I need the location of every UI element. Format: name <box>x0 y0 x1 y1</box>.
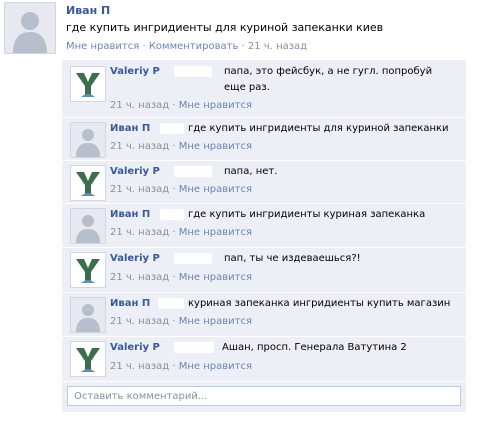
comment-author[interactable]: Valeriy P <box>110 166 160 177</box>
comment-item: Иван П где купить ингридиенты куриная за… <box>62 203 466 248</box>
commenter-avatar[interactable] <box>70 165 106 201</box>
comment-item: Иван П где купить ингридиенты для курино… <box>62 117 466 161</box>
comment-item: Valeriy P пап, ты че издеваешься?! 21 ч.… <box>62 247 466 293</box>
commenter-avatar[interactable] <box>70 252 106 288</box>
comment-like-link[interactable]: Мне нравится <box>179 227 252 238</box>
redaction-patch <box>160 209 184 220</box>
comment-text: Ашан, просп. Генерала Ватутина 2 <box>222 342 407 353</box>
post-author-name[interactable]: Иван П <box>66 4 110 17</box>
redaction-patch <box>158 298 184 309</box>
comment-item: Valeriy P папа, это фейсбук, а не гугл. … <box>62 60 466 118</box>
comments-list: Valeriy P папа, это фейсбук, а не гугл. … <box>62 60 466 412</box>
post-comment-link[interactable]: Комментировать <box>149 41 239 52</box>
comment-meta: 21 ч. назад · Мне нравится <box>110 316 253 327</box>
post-author-avatar[interactable] <box>4 2 56 54</box>
comment-meta: 21 ч. назад · Мне нравится <box>110 227 253 238</box>
default-person-icon <box>5 3 55 53</box>
redaction-patch <box>174 342 214 353</box>
comment-text: папа, нет. <box>224 166 278 177</box>
comment-meta: 21 ч. назад · Мне нравится <box>110 100 253 111</box>
add-comment-input[interactable]: Оставить комментарий... <box>67 386 461 406</box>
commenter-avatar[interactable] <box>70 297 106 333</box>
tree-logo-icon <box>71 67 105 101</box>
tree-logo-icon <box>71 166 105 200</box>
tree-logo-icon <box>71 342 105 376</box>
comment-author[interactable]: Иван П <box>110 123 150 134</box>
comment-text: пап, ты че издеваешься?! <box>224 253 361 264</box>
redaction-patch <box>160 123 184 134</box>
tree-logo-icon <box>71 253 105 287</box>
comment-item: Valeriy P папа, нет. 21 ч. назад · Мне н… <box>62 160 466 204</box>
default-person-icon <box>71 298 105 332</box>
default-person-icon <box>71 209 105 243</box>
comment-like-link[interactable]: Мне нравится <box>179 184 252 195</box>
comment-like-link[interactable]: Мне нравится <box>179 361 252 372</box>
comment-like-link[interactable]: Мне нравится <box>179 141 252 152</box>
comment-text: куриная запеканка ингридиенты купить маг… <box>188 298 451 309</box>
post-text: где купить ингридиенты для куриной запек… <box>66 21 384 34</box>
commenter-avatar[interactable] <box>70 66 106 102</box>
comment-item: Иван П куриная запеканка ингридиенты куп… <box>62 292 466 337</box>
comment-author[interactable]: Valeriy P <box>110 253 160 264</box>
comment-author[interactable]: Иван П <box>110 298 150 309</box>
post-time: 21 ч. назад <box>247 41 308 52</box>
post-like-link[interactable]: Мне нравится <box>66 41 139 52</box>
redaction-patch <box>174 66 212 77</box>
comment-meta: 21 ч. назад · Мне нравится <box>110 184 253 195</box>
commenter-avatar[interactable] <box>70 341 106 377</box>
commenter-avatar[interactable] <box>70 122 106 158</box>
comment-meta: 21 ч. назад · Мне нравится <box>110 361 253 372</box>
commenter-avatar[interactable] <box>70 208 106 244</box>
comment-author[interactable]: Valeriy P <box>110 342 160 353</box>
default-person-icon <box>71 123 105 157</box>
redaction-patch <box>174 253 212 264</box>
comment-text: где купить ингридиенты куриная запеканка <box>188 209 426 220</box>
comment-item: Valeriy P Ашан, просп. Генерала Ватутина… <box>62 336 466 382</box>
comment-like-link[interactable]: Мне нравится <box>179 316 252 327</box>
post-meta: Мне нравится · Комментировать · 21 ч. на… <box>66 41 308 52</box>
comment-text: папа, это фейсбук, а не гугл. попробуй е… <box>224 66 433 93</box>
comment-meta: 21 ч. назад · Мне нравится <box>110 272 253 283</box>
redaction-patch <box>174 166 212 177</box>
comment-like-link[interactable]: Мне нравится <box>179 100 252 111</box>
comment-like-link[interactable]: Мне нравится <box>179 272 252 283</box>
comment-text: где купить ингридиенты для куриной запек… <box>188 123 449 134</box>
comment-meta: 21 ч. назад · Мне нравится <box>110 141 253 152</box>
comment-author[interactable]: Иван П <box>110 209 150 220</box>
comment-author[interactable]: Valeriy P <box>110 66 160 77</box>
